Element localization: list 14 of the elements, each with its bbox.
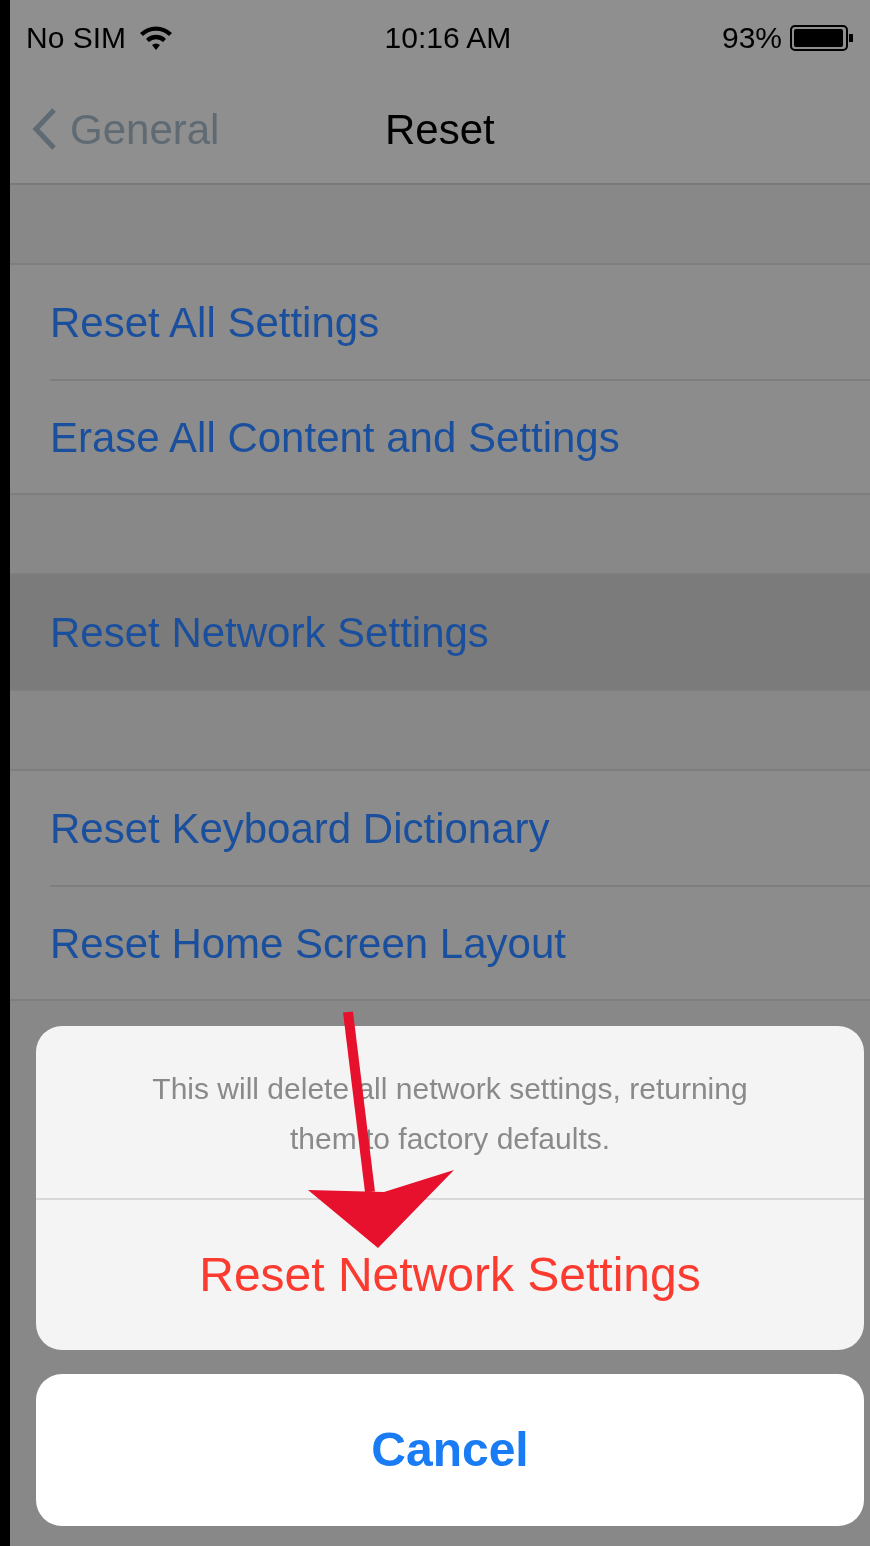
row-label: Reset All Settings: [50, 297, 380, 348]
battery-percent: 93%: [721, 20, 782, 56]
row-label: Reset Network Settings: [50, 607, 489, 658]
settings-row[interactable]: Reset Network Settings: [10, 575, 870, 689]
chevron-left-icon: [32, 107, 58, 151]
row-label: Reset Home Screen Layout: [50, 918, 566, 969]
row-label: Erase All Content and Settings: [50, 412, 620, 463]
reset-network-button[interactable]: Reset Network Settings: [36, 1200, 864, 1350]
clock: 10:16 AM: [384, 20, 512, 56]
carrier: No SIM: [26, 20, 127, 56]
row-label: Reset Keyboard Dictionary: [50, 803, 550, 854]
cancel-button[interactable]: Cancel: [36, 1374, 864, 1526]
page-title: Reset: [385, 104, 495, 155]
battery-icon: [790, 23, 854, 52]
